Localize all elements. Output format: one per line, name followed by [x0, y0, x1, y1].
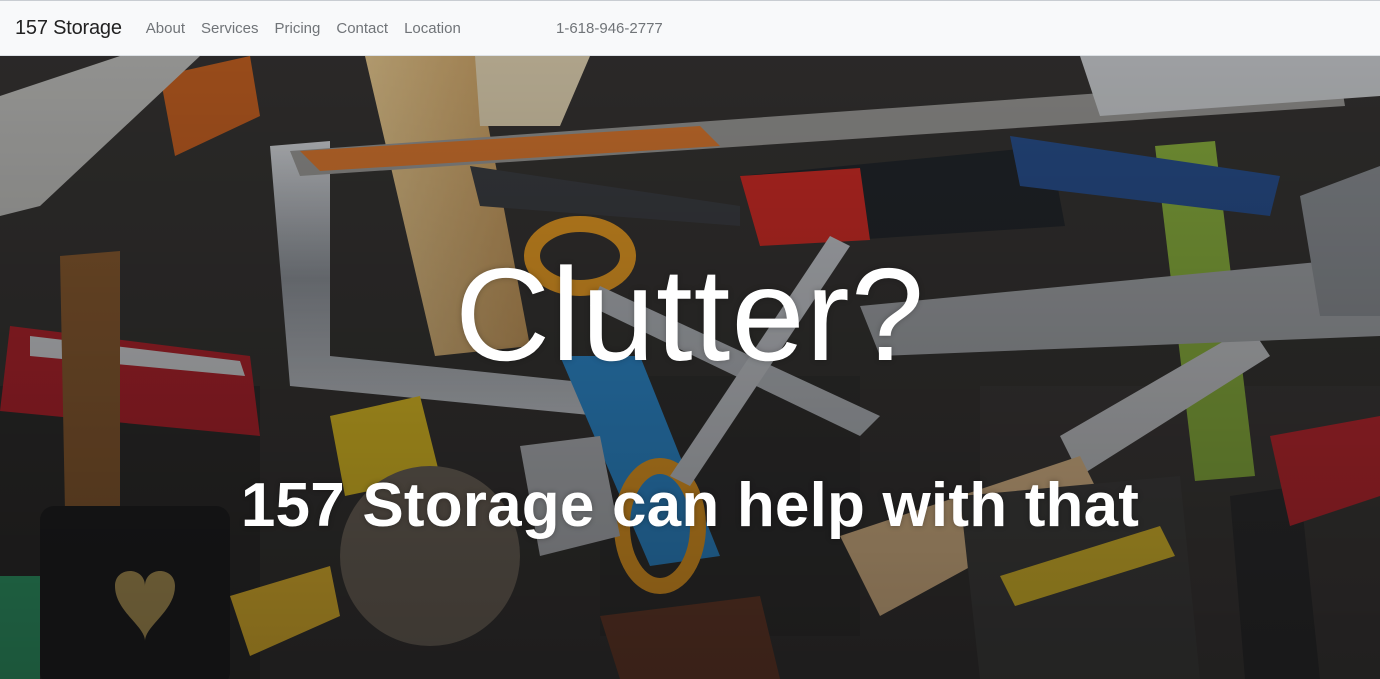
nav-link-services[interactable]: Services: [193, 20, 267, 37]
phone-number: 1-618-946-2777: [556, 19, 663, 37]
top-navbar: 157 Storage About Services Pricing Conta…: [0, 0, 1380, 56]
nav-link-pricing[interactable]: Pricing: [267, 20, 329, 37]
hero-subheadline: 157 Storage can help with that: [240, 471, 1140, 540]
hero-headline: Clutter?: [454, 241, 926, 388]
nav-links: About Services Pricing Contact Location: [138, 20, 469, 37]
nav-link-contact[interactable]: Contact: [328, 20, 396, 37]
brand-link[interactable]: 157 Storage: [15, 17, 122, 40]
nav-link-about[interactable]: About: [138, 20, 193, 37]
nav-link-location[interactable]: Location: [396, 20, 469, 37]
hero-section: Clutter? 157 Storage can help with that: [0, 56, 1380, 679]
